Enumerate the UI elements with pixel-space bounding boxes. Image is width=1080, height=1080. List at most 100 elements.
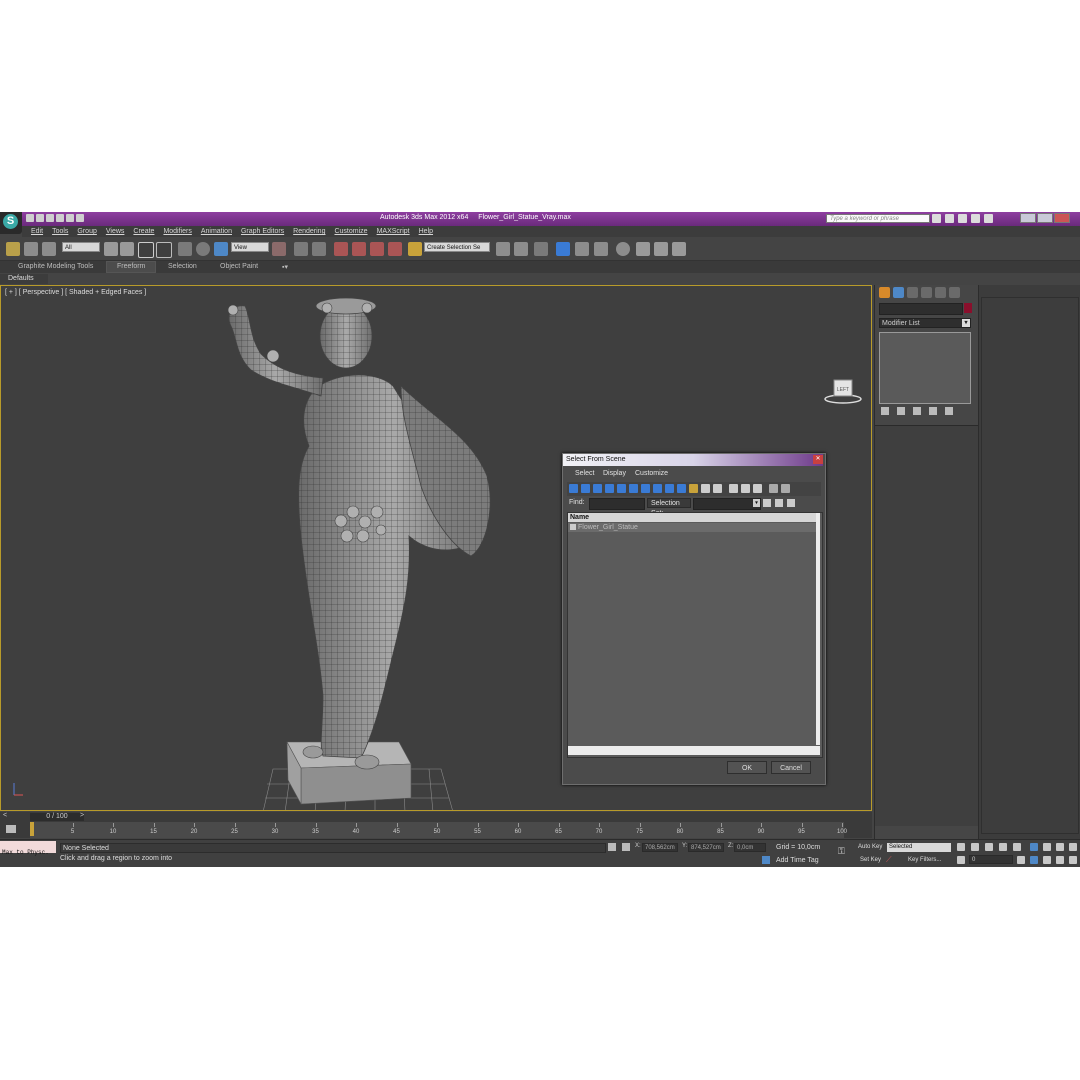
unlink-icon[interactable] xyxy=(24,242,38,256)
reference-coordinate-dropdown[interactable]: View xyxy=(231,242,269,252)
render-setup-icon[interactable] xyxy=(636,242,650,256)
pivot-center-icon[interactable] xyxy=(272,242,286,256)
shapes-filter-icon[interactable] xyxy=(581,484,590,493)
object-color-swatch[interactable] xyxy=(964,303,972,313)
menu-help[interactable]: Help xyxy=(419,228,433,235)
remove-modifier-icon[interactable] xyxy=(929,407,937,415)
rendered-frame-window-icon[interactable] xyxy=(654,242,668,256)
rotate-icon[interactable] xyxy=(196,242,210,256)
go-to-start-icon[interactable] xyxy=(957,843,965,851)
set-key-button[interactable]: Set Key xyxy=(860,857,881,863)
time-slider[interactable]: < 0 / 100 > xyxy=(0,812,872,822)
menu-maxscript[interactable]: MAXScript xyxy=(377,228,410,235)
mini-curve-editor-icon[interactable] xyxy=(6,825,16,833)
make-unique-icon[interactable] xyxy=(913,407,921,415)
next-frame-arrow-icon[interactable]: > xyxy=(80,812,84,819)
time-configuration-icon[interactable] xyxy=(1017,856,1025,864)
dialog-menu-display[interactable]: Display xyxy=(603,470,626,477)
horizontal-scrollbar[interactable] xyxy=(568,746,820,755)
maximize-button[interactable] xyxy=(1037,213,1053,223)
binoculars-icon[interactable] xyxy=(932,214,941,223)
rectangle-selection-icon[interactable] xyxy=(138,242,154,258)
select-all-icon[interactable] xyxy=(729,484,738,493)
x-coordinate-field[interactable]: 708,562cm xyxy=(642,843,678,852)
space-warps-filter-icon[interactable] xyxy=(629,484,638,493)
lights-filter-icon[interactable] xyxy=(593,484,602,493)
add-time-tag-button[interactable]: Add Time Tag xyxy=(776,857,819,864)
create-tab-icon[interactable] xyxy=(879,287,890,298)
list-item[interactable]: Flower_Girl_Statue xyxy=(568,523,816,532)
project-folder-icon[interactable] xyxy=(76,214,84,222)
filter-options-icon[interactable] xyxy=(781,484,790,493)
dialog-close-button[interactable]: ✕ xyxy=(813,455,823,464)
bind-space-warp-icon[interactable] xyxy=(42,242,56,256)
window-crossing-icon[interactable] xyxy=(156,242,172,258)
scale-icon[interactable] xyxy=(214,242,228,256)
menu-create[interactable]: Create xyxy=(133,228,154,235)
display-all-icon[interactable] xyxy=(689,484,698,493)
edit-named-selection-icon[interactable] xyxy=(408,242,422,256)
maxscript-listener[interactable]: Max to Physc. xyxy=(0,841,56,856)
tab-selection[interactable]: Selection xyxy=(168,263,197,270)
absolute-mode-icon[interactable] xyxy=(622,843,630,851)
schematic-view-icon[interactable] xyxy=(594,242,608,256)
show-end-result-icon[interactable] xyxy=(897,407,905,415)
select-invert-icon[interactable] xyxy=(753,484,762,493)
close-button[interactable] xyxy=(1054,213,1070,223)
mirror-icon[interactable] xyxy=(496,242,510,256)
default-tangent-icon[interactable]: ⟋ xyxy=(886,855,892,865)
select-by-name-icon[interactable] xyxy=(120,242,134,256)
subscription-icon[interactable] xyxy=(945,214,954,223)
select-none-icon[interactable] xyxy=(741,484,750,493)
cancel-button[interactable]: Cancel xyxy=(771,761,811,774)
selection-set-dropdown[interactable]: ▾ xyxy=(693,498,761,510)
app-logo-button[interactable]: S xyxy=(0,212,22,234)
vertical-scrollbar[interactable] xyxy=(816,513,820,745)
find-input[interactable] xyxy=(589,498,645,510)
go-to-end-icon[interactable] xyxy=(1013,843,1021,851)
configure-modifier-sets-icon[interactable] xyxy=(945,407,953,415)
time-slider-thumb[interactable]: 0 / 100 xyxy=(30,813,84,821)
tab-object-paint[interactable]: Object Paint xyxy=(220,263,258,270)
menu-graph-editors[interactable]: Graph Editors xyxy=(241,228,284,235)
align-icon[interactable] xyxy=(514,242,528,256)
search-input[interactable]: Type a keyword or phrase xyxy=(826,214,930,223)
manipulate-icon[interactable] xyxy=(294,242,308,256)
ok-button[interactable]: OK xyxy=(727,761,767,774)
z-coordinate-field[interactable]: 0,0cm xyxy=(734,843,766,852)
groups-filter-icon[interactable] xyxy=(641,484,650,493)
helpers-filter-icon[interactable] xyxy=(617,484,626,493)
selection-set-button[interactable]: Selection Set: xyxy=(647,498,691,517)
angle-snap-icon[interactable] xyxy=(352,242,366,256)
tab-graphite-modeling-tools[interactable]: Graphite Modeling Tools xyxy=(18,263,93,270)
ribbon-options-icon[interactable]: ▪▾ xyxy=(282,263,288,271)
new-file-icon[interactable] xyxy=(26,214,34,222)
utilities-tab-icon[interactable] xyxy=(949,287,960,298)
keyboard-shortcut-icon[interactable] xyxy=(312,242,326,256)
current-frame-marker[interactable] xyxy=(30,822,34,836)
help-icon[interactable] xyxy=(984,214,993,223)
material-editor-icon[interactable] xyxy=(616,242,630,256)
lock-selection-icon[interactable] xyxy=(608,843,616,851)
redo-icon[interactable] xyxy=(66,214,74,222)
dialog-menu-select[interactable]: Select xyxy=(575,470,594,477)
tab-freeform[interactable]: Freeform xyxy=(106,261,157,273)
move-icon[interactable] xyxy=(178,242,192,256)
frame-ruler[interactable]: 5 10 15 20 25 30 35 40 45 50 55 60 65 70 75 80 85 90 95 100 xyxy=(30,822,847,838)
key-filters-button[interactable]: Key Filters... xyxy=(896,855,950,865)
menu-tools[interactable]: Tools xyxy=(52,228,68,235)
pin-stack-icon[interactable] xyxy=(881,407,889,415)
create-selection-set-icon[interactable] xyxy=(763,499,771,507)
modify-tab-icon[interactable] xyxy=(893,287,904,298)
menu-views[interactable]: Views xyxy=(106,228,125,235)
graphite-toggle-icon[interactable] xyxy=(556,242,570,256)
next-frame-icon[interactable] xyxy=(999,843,1007,851)
select-and-link-icon[interactable] xyxy=(6,242,20,256)
menu-edit[interactable]: Edit xyxy=(31,228,43,235)
orbit-icon[interactable] xyxy=(1056,856,1064,864)
selection-filter-dropdown[interactable]: All xyxy=(62,242,100,252)
render-production-icon[interactable] xyxy=(672,242,686,256)
column-header-name[interactable]: Name xyxy=(568,513,816,522)
menu-rendering[interactable]: Rendering xyxy=(293,228,325,235)
y-coordinate-field[interactable]: 874,527cm xyxy=(688,843,724,852)
